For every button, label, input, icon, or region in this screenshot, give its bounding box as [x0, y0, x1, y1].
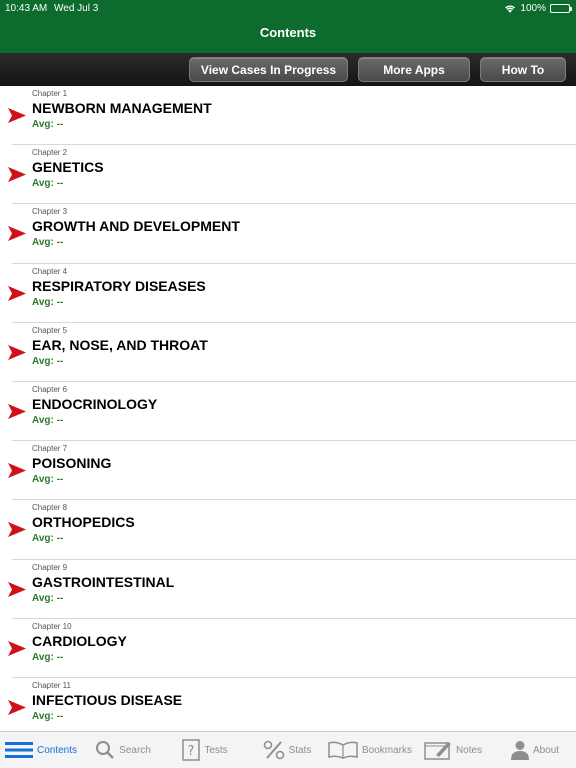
chapter-row[interactable]: Chapter 9 GASTROINTESTINAL Avg: -- — [0, 560, 576, 619]
chapter-label: Chapter 11 — [32, 680, 71, 690]
chapter-title: CARDIOLOGY — [32, 632, 127, 649]
tab-label: Contents — [36, 744, 78, 756]
tab-label: Bookmarks — [362, 744, 413, 756]
chapter-row[interactable]: Chapter 7 POISONING Avg: -- — [0, 441, 576, 501]
tab-bookmarks[interactable]: Bookmarks — [328, 732, 412, 768]
status-date: Wed Jul 3 — [54, 3, 99, 14]
question-icon: ? — [182, 739, 201, 761]
chapter-label: Chapter 1 — [32, 89, 68, 98]
chapter-avg: Avg: -- — [32, 592, 64, 604]
view-cases-button[interactable]: View Cases In Progress — [189, 57, 348, 82]
how-to-button[interactable]: How To — [480, 57, 566, 82]
red-arrow-icon — [8, 226, 26, 242]
chapter-label: Chapter 7 — [32, 444, 68, 454]
chapter-label: Chapter 3 — [32, 207, 68, 217]
chapter-avg: Avg: -- — [32, 237, 64, 249]
red-arrow-icon — [8, 463, 26, 479]
chapter-avg: Avg: -- — [32, 296, 64, 308]
page-title: Contents — [259, 25, 317, 40]
chapter-title: POISONING — [32, 455, 112, 472]
chapter-row[interactable]: Chapter 3 GROWTH AND DEVELOPMENT Avg: -- — [0, 204, 576, 264]
red-arrow-icon — [8, 285, 26, 301]
chapter-label: Chapter 9 — [32, 562, 68, 572]
red-arrow-icon — [8, 581, 26, 597]
tab-label: Notes — [455, 744, 483, 756]
status-bar: 10:43 AM Wed Jul 3 100% — [0, 0, 576, 16]
status-time: 10:43 AM — [5, 3, 48, 14]
battery-icon — [550, 4, 572, 13]
chapter-avg: Avg: -- — [32, 651, 64, 663]
red-arrow-icon — [8, 108, 26, 123]
chapter-avg: Avg: -- — [32, 533, 64, 545]
red-arrow-icon — [8, 167, 26, 183]
tab-notes[interactable]: Notes — [412, 732, 494, 768]
tab-contents[interactable]: Contents — [0, 732, 82, 768]
chapter-title: NEWBORN MANAGEMENT — [32, 100, 212, 116]
list-icon — [4, 741, 33, 759]
chapter-avg: Avg: -- — [32, 355, 64, 367]
chapter-row[interactable]: Chapter 6 ENDOCRINOLOGY Avg: -- — [0, 382, 576, 442]
chapter-avg: Avg: -- — [32, 474, 64, 486]
svg-text:?: ? — [188, 744, 195, 759]
chapter-row[interactable]: Chapter 8 ORTHOPEDICS Avg: -- — [0, 500, 576, 560]
tab-label: About — [532, 744, 560, 756]
percent-icon — [263, 740, 285, 760]
red-arrow-icon — [8, 699, 26, 715]
person-icon — [510, 740, 529, 760]
chapter-title: EAR, NOSE, AND THROAT — [32, 336, 208, 353]
chapter-label: Chapter 2 — [32, 148, 68, 158]
chapter-row[interactable]: Chapter 10 CARDIOLOGY Avg: -- — [0, 619, 576, 678]
tab-label: Tests — [204, 744, 228, 756]
chapter-title: GENETICS — [32, 159, 104, 176]
chapter-label: Chapter 10 — [32, 621, 72, 631]
chapter-label: Chapter 4 — [32, 266, 68, 276]
status-right: 100% — [504, 3, 572, 14]
toolbar: View Cases In Progress More Apps How To — [0, 53, 576, 86]
chapter-row[interactable]: Chapter 5 EAR, NOSE, AND THROAT Avg: -- — [0, 323, 576, 382]
tab-label: Stats — [288, 744, 312, 756]
chapter-title: RESPIRATORY DISEASES — [32, 277, 206, 294]
chapter-avg: Avg: -- — [32, 710, 64, 722]
chapter-title: ENDOCRINOLOGY — [32, 395, 158, 412]
tab-about[interactable]: About — [494, 732, 576, 768]
tab-stats[interactable]: Stats — [246, 732, 328, 768]
chapter-label: Chapter 5 — [32, 325, 68, 335]
red-arrow-icon — [8, 640, 26, 656]
chapter-list: Chapter 1 NEWBORN MANAGEMENT Avg: -- Chapte… — [0, 86, 576, 731]
nav-header: 10:43 AM Wed Jul 3 100% Contents — [0, 0, 576, 53]
chapter-label: Chapter 8 — [32, 503, 68, 513]
tab-tests[interactable]: ? Tests — [164, 732, 246, 768]
chapter-avg: Avg: -- — [32, 414, 64, 426]
chapter-title: INFECTIOUS DISEASE — [32, 691, 183, 708]
notes-icon — [424, 740, 452, 760]
search-icon — [95, 740, 115, 760]
red-arrow-icon — [8, 522, 26, 538]
battery-percent: 100% — [520, 3, 546, 14]
chapter-title: ORTHOPEDICS — [32, 514, 135, 531]
chapter-avg: Avg: -- — [32, 178, 64, 190]
more-apps-button[interactable]: More Apps — [358, 57, 470, 82]
tab-search[interactable]: Search — [82, 732, 164, 768]
red-arrow-icon — [8, 344, 26, 360]
chapter-row[interactable]: Chapter 2 GENETICS Avg: -- — [0, 145, 576, 205]
wifi-icon — [505, 5, 516, 13]
chapter-row[interactable]: Chapter 4 RESPIRATORY DISEASES Avg: -- — [0, 264, 576, 323]
red-arrow-icon — [8, 403, 26, 419]
chapter-title: GROWTH AND DEVELOPMENT — [32, 218, 240, 235]
book-icon — [328, 741, 358, 759]
chapter-title: GASTROINTESTINAL — [32, 573, 175, 590]
tab-bar: Contents Search? Tests Stats Bookmarks Notes A… — [0, 731, 576, 768]
tab-label: Search — [119, 744, 151, 756]
chapter-label: Chapter 6 — [32, 384, 68, 394]
chapter-row[interactable]: Chapter 11 INFECTIOUS DISEASE Avg: -- — [0, 678, 576, 731]
chapter-avg: Avg: -- — [32, 119, 64, 130]
chapter-row[interactable]: Chapter 1 NEWBORN MANAGEMENT Avg: -- — [0, 86, 576, 146]
